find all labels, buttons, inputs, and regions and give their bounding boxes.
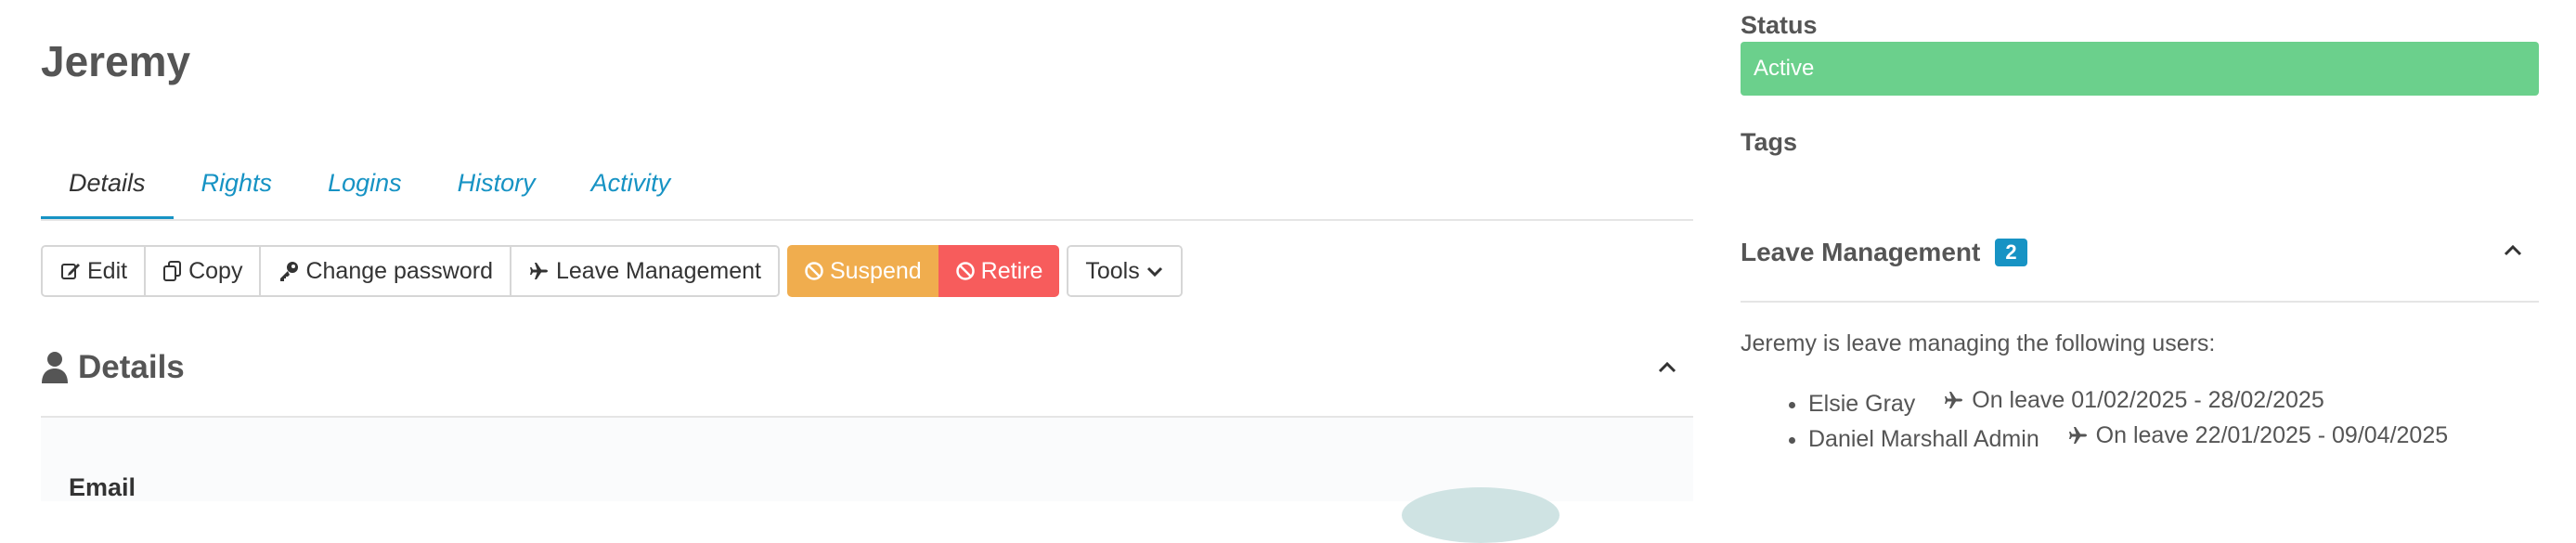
leave-management-intro: Jeremy is leave managing the following u… [1741, 330, 2216, 356]
tab-history[interactable]: History [430, 158, 563, 219]
tab-details[interactable]: Details [41, 158, 174, 219]
plane-icon [2068, 427, 2087, 444]
retire-label: Retire [980, 257, 1043, 284]
change-password-button[interactable]: Change password [259, 247, 510, 295]
plane-icon [529, 263, 548, 279]
leave-management-section-header: Leave Management 2 [1741, 223, 2539, 303]
avatar [1402, 487, 1560, 543]
list-item: Daniel Marshall Admin On leave 22/01/202… [1808, 420, 2448, 455]
leave-management-button[interactable]: Leave Management [509, 247, 778, 295]
leave-management-label: Leave Management [555, 257, 761, 284]
tools-dropdown-button[interactable]: Tools [1068, 247, 1181, 295]
details-section-body: Email [41, 418, 1693, 501]
edit-icon [61, 264, 80, 279]
tab-bar: Details Rights Logins History Activity [41, 158, 1693, 221]
details-collapse-button[interactable] [1656, 356, 1678, 383]
copy-button[interactable]: Copy [144, 247, 260, 295]
page-title: Jeremy [41, 37, 191, 85]
email-label: Email [69, 473, 136, 501]
tab-activity[interactable]: Activity [563, 158, 699, 219]
leave-management-title-text: Leave Management [1741, 238, 1981, 266]
edit-label: Edit [87, 257, 128, 284]
chevron-up-icon [2504, 244, 2522, 256]
status-badge: Active [1741, 42, 2539, 96]
suspend-button[interactable]: Suspend [786, 245, 938, 297]
leave-management-collapse-button[interactable] [2502, 239, 2524, 266]
managed-user-name: Elsie Gray [1808, 391, 1916, 417]
managed-user-name: Daniel Marshall Admin [1808, 426, 2039, 452]
status-label: Status [1741, 11, 1818, 39]
action-toolbar: Edit Copy Change password Leave Manageme… [41, 245, 1190, 297]
leave-period: On leave 01/02/2025 - 28/02/2025 [1942, 384, 2324, 416]
suspend-label: Suspend [829, 257, 922, 284]
leave-period: On leave 22/01/2025 - 09/04/2025 [2066, 420, 2448, 451]
primary-actions-group: Edit Copy Change password Leave Manageme… [41, 245, 780, 297]
ban-icon [805, 262, 823, 280]
tags-label: Tags [1741, 128, 1798, 156]
plane-icon [1945, 392, 1963, 408]
leave-period-text: On leave 01/02/2025 - 28/02/2025 [1972, 387, 2324, 413]
list-item: Elsie Gray On leave 01/02/2025 - 28/02/2… [1808, 384, 2448, 420]
details-section-header: Details [41, 345, 1693, 418]
leave-period-text: On leave 22/01/2025 - 09/04/2025 [2095, 422, 2449, 448]
status-actions-group: Suspend Retire [786, 245, 1060, 297]
chevron-up-icon [1658, 361, 1676, 373]
tools-group: Tools [1067, 245, 1183, 297]
copy-label: Copy [188, 257, 243, 284]
tab-rights[interactable]: Rights [174, 158, 301, 219]
details-title-text: Details [78, 349, 185, 385]
key-icon [280, 262, 299, 281]
leave-management-count-badge: 2 [1995, 239, 2027, 266]
details-section-title: Details [41, 349, 185, 386]
chevron-down-icon [1146, 266, 1162, 278]
copy-icon [163, 261, 182, 281]
ban-icon [955, 262, 975, 280]
retire-button[interactable]: Retire [938, 245, 1060, 297]
leave-management-title: Leave Management 2 [1741, 238, 2027, 267]
leave-managed-users-list: Elsie Gray On leave 01/02/2025 - 28/02/2… [1784, 384, 2448, 455]
change-password-label: Change password [305, 257, 493, 284]
edit-button[interactable]: Edit [43, 247, 145, 295]
tools-label: Tools [1085, 257, 1140, 284]
user-icon [42, 352, 68, 383]
tab-logins[interactable]: Logins [300, 158, 430, 219]
